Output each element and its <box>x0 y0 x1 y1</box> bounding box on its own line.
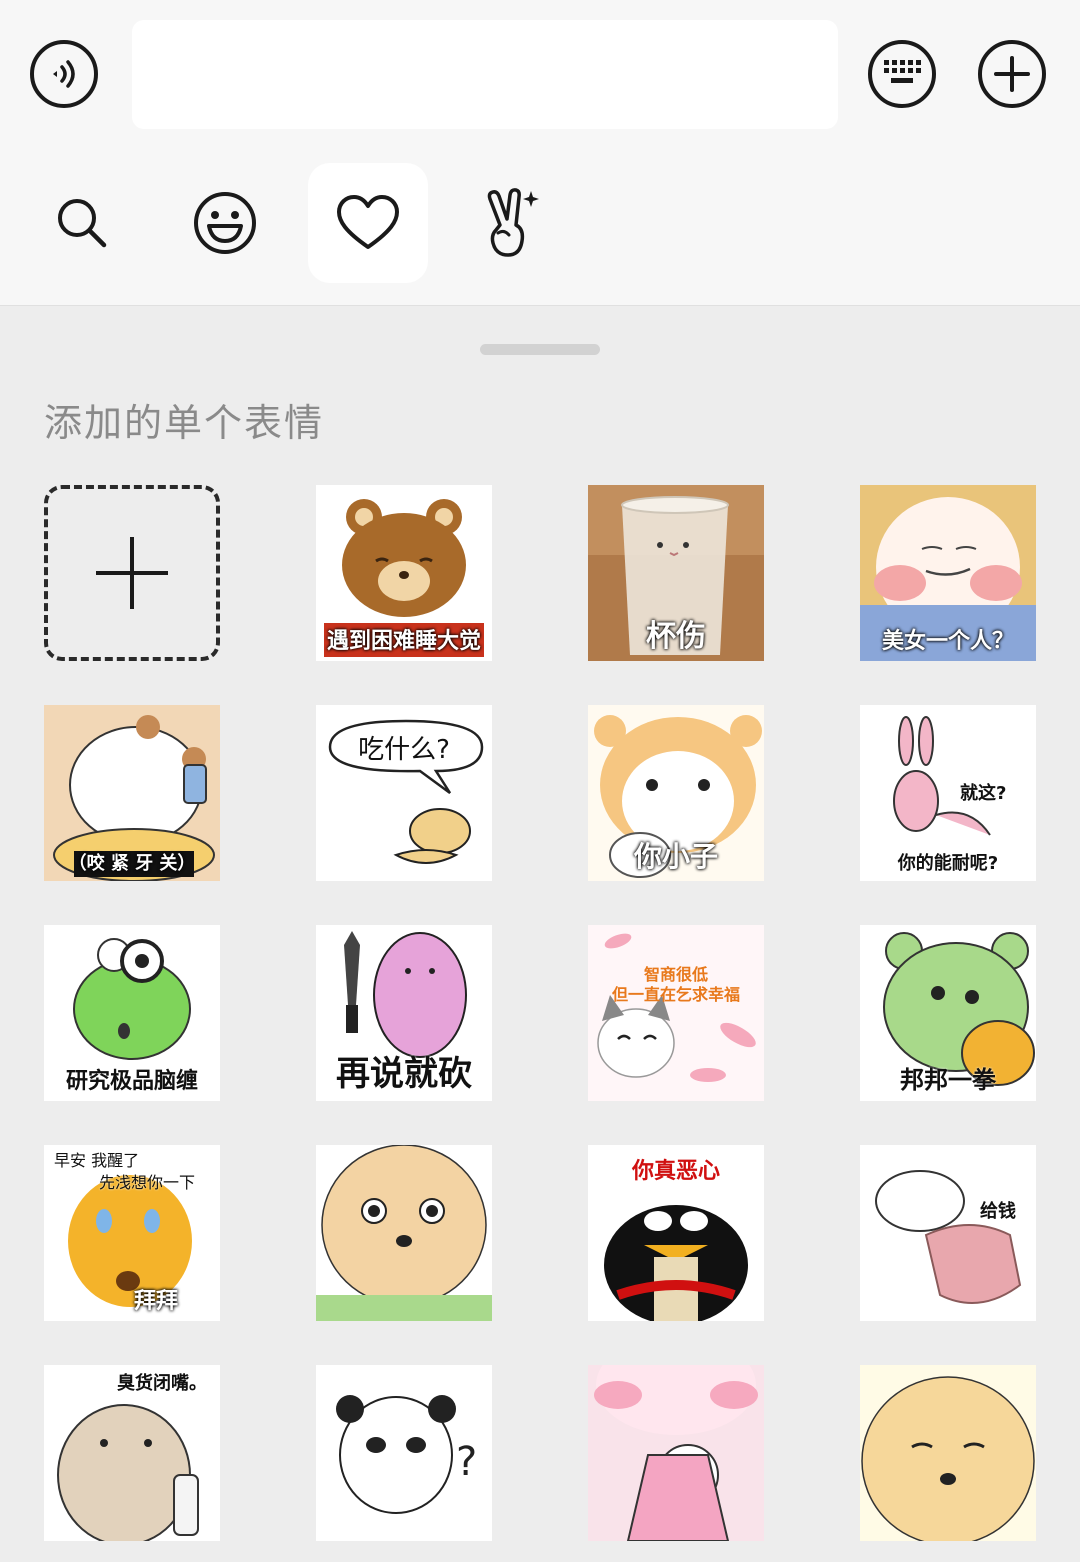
sticker-caption: 早安 我醒了 <box>54 1151 140 1170</box>
pink-character-image <box>588 1365 764 1541</box>
sticker-caption: 遇到困难睡大觉 <box>326 629 481 654</box>
sticker-item[interactable]: 智商很低 但一直在乞求幸福 <box>588 925 764 1101</box>
sticker-caption: 美女一个人？ <box>881 629 1014 654</box>
sticker-caption: 研究极品脑缠 <box>65 1069 198 1094</box>
lion-tired-image <box>860 1365 1036 1541</box>
search-icon <box>58 199 107 248</box>
sticker-item[interactable] <box>860 1365 1036 1541</box>
sticker-item[interactable]: 杯伤 <box>588 485 764 661</box>
keyboard-button[interactable] <box>868 40 936 108</box>
keyboard-icon <box>884 60 921 83</box>
add-sticker-button[interactable] <box>44 485 220 661</box>
voice-icon <box>53 60 75 88</box>
sticker-item[interactable]: 吃什么? <box>316 705 492 881</box>
frog-hand-image <box>860 1145 1036 1321</box>
voice-button[interactable] <box>30 40 98 108</box>
drag-handle[interactable] <box>480 344 600 355</box>
sticker-item[interactable]: 给钱 <box>860 1145 1036 1321</box>
message-input[interactable] <box>132 20 838 129</box>
sticker-caption: 臭货闭嘴。 <box>117 1373 207 1394</box>
panda-image: ? <box>316 1365 492 1541</box>
tab-gestures[interactable] <box>451 163 571 283</box>
plus-icon <box>96 537 168 609</box>
sticker-item[interactable] <box>316 1145 492 1321</box>
sticker-caption: 你小子 <box>633 840 718 873</box>
cat-petals-image <box>588 925 764 1101</box>
sticker-item[interactable]: 邦邦一拳 <box>860 925 1036 1101</box>
sticker-caption: 就这? <box>960 783 1007 804</box>
sticker-item[interactable]: 就这? 你的能耐呢? <box>860 705 1036 881</box>
tab-favorites[interactable] <box>308 163 428 283</box>
sticker-item[interactable]: 你小子 <box>588 705 764 881</box>
sticker-caption: 你的能耐呢? <box>897 853 999 874</box>
sticker-item[interactable]: 美女一个人？ <box>860 485 1036 661</box>
sticker-item[interactable] <box>588 1365 764 1541</box>
sticker-item[interactable]: 你真恶心 <box>588 1145 764 1321</box>
svg-text:?: ? <box>456 1439 477 1485</box>
sticker-caption: 拜拜 <box>134 1289 179 1314</box>
sticker-caption: 先浅想你一下 <box>98 1173 195 1192</box>
more-button[interactable] <box>978 40 1046 108</box>
sticker-caption: 你真恶心 <box>631 1159 720 1184</box>
victory-hand-icon <box>487 188 539 257</box>
sticker-caption: （咬 紧 牙 关） <box>68 853 196 874</box>
sticker-caption: 再说就砍 <box>336 1054 472 1094</box>
section-title: 添加的单个表情 <box>44 401 325 445</box>
tab-search[interactable] <box>22 163 142 283</box>
sticker-caption: 邦邦一拳 <box>900 1066 996 1094</box>
heart-icon <box>337 195 399 249</box>
lion-face-image <box>316 1145 492 1321</box>
sticker-caption: 但一直在乞求幸福 <box>611 985 740 1004</box>
input-toolbar <box>0 0 1080 306</box>
sticker-item[interactable]: ? <box>316 1365 492 1541</box>
sticker-item[interactable]: 臭货闭嘴。 <box>44 1365 220 1541</box>
sticker-caption: 给钱 <box>980 1201 1016 1222</box>
sticker-item[interactable]: 早安 我醒了 先浅想你一下 拜拜 <box>44 1145 220 1321</box>
plus-icon <box>994 56 1030 92</box>
sticker-item[interactable]: 研究极品脑缠 <box>44 925 220 1101</box>
tab-emoji[interactable] <box>165 163 285 283</box>
sticker-caption: 杯伤 <box>646 619 706 654</box>
sticker-item[interactable]: 遇到困难睡大觉 <box>316 485 492 661</box>
sticker-item[interactable]: 再说就砍 <box>316 925 492 1101</box>
smiley-icon <box>194 192 256 254</box>
sticker-caption: 吃什么? <box>358 735 450 765</box>
sticker-item[interactable]: （咬 紧 牙 关） <box>44 705 220 881</box>
